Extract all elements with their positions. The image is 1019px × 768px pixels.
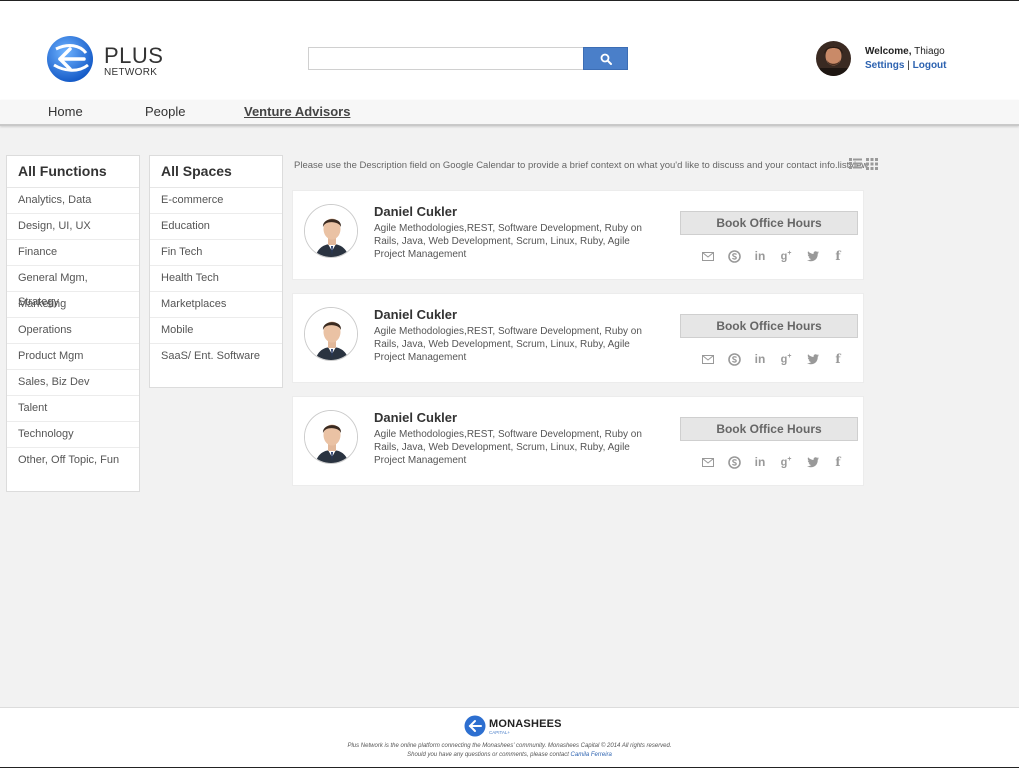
welcome-text: Welcome, Thiago <box>865 46 945 57</box>
linkedin-icon[interactable]: in <box>753 352 767 366</box>
plus-network-logo[interactable] <box>46 35 94 83</box>
advisor-avatar[interactable] <box>304 204 358 258</box>
book-office-hours-button[interactable]: Book Office Hours <box>680 417 858 441</box>
function-item[interactable]: Other, Off Topic, Fun <box>7 448 139 474</box>
nav-item-home[interactable]: Home <box>48 104 83 119</box>
spaces-filter-panel: All Spaces E-commerce Education Fin Tech… <box>149 155 283 388</box>
space-item[interactable]: SaaS/ Ent. Software <box>150 344 282 370</box>
google-plus-icon[interactable]: g+ <box>779 352 793 366</box>
linkedin-icon[interactable]: in <box>753 455 767 469</box>
advisor-photo-icon <box>305 205 357 257</box>
welcome-prefix: Welcome, <box>865 46 912 57</box>
twitter-icon[interactable] <box>805 352 819 366</box>
book-office-hours-button[interactable]: Book Office Hours <box>680 211 858 235</box>
view-toggle <box>849 158 878 170</box>
advisor-name[interactable]: Daniel Cukler <box>374 307 457 322</box>
linkedin-icon[interactable]: in <box>753 249 767 263</box>
advisor-card: Daniel Cukler Agile Methodologies,REST, S… <box>292 190 864 280</box>
advisor-avatar[interactable] <box>304 410 358 464</box>
advisor-card: Daniel Cukler Agile Methodologies,REST, S… <box>292 293 864 383</box>
instructions-text: Please use the Description field on Goog… <box>294 160 869 171</box>
nav-item-venture-advisors[interactable]: Venture Advisors <box>244 104 350 119</box>
main-nav: Home People Venture Advisors <box>0 100 1019 126</box>
advisor-photo-icon <box>305 308 357 360</box>
advisor-skills: Agile Methodologies,REST, Software Devel… <box>374 223 642 260</box>
logo-wordmark: PLUS NETWORK <box>104 45 163 79</box>
footer-brand: MONASHEES <box>489 718 562 730</box>
space-item[interactable]: Mobile <box>150 318 282 344</box>
user-name: Thiago <box>914 46 945 57</box>
search-input[interactable] <box>308 47 584 70</box>
footer-contact-text: Should you have any questions or comment… <box>407 752 569 758</box>
function-item[interactable]: Analytics, Data <box>7 188 139 214</box>
google-plus-icon[interactable]: g+ <box>779 249 793 263</box>
function-item[interactable]: Technology <box>7 422 139 448</box>
settings-link[interactable]: Settings <box>865 60 904 71</box>
footer-brand-sub: CAPITAL+ <box>489 730 511 735</box>
space-item[interactable]: Education <box>150 214 282 240</box>
search-button[interactable] <box>583 47 628 70</box>
social-links: in g+ f <box>701 352 845 366</box>
space-item[interactable]: Marketplaces <box>150 292 282 318</box>
skype-icon[interactable] <box>727 352 741 366</box>
function-item[interactable]: Talent <box>7 396 139 422</box>
footer-contact: Should you have any questions or comment… <box>0 752 1019 758</box>
footer-copyright: Plus Network is the online platform conn… <box>347 743 672 749</box>
google-plus-icon[interactable]: g+ <box>779 455 793 469</box>
functions-title: All Functions <box>7 156 139 188</box>
advisor-name[interactable]: Daniel Cukler <box>374 410 457 425</box>
skype-icon[interactable] <box>727 455 741 469</box>
functions-filter-panel: All Functions Analytics, Data Design, UI… <box>6 155 140 492</box>
footer: MONASHEES CAPITAL+ Plus Network is the o… <box>0 707 1019 768</box>
twitter-icon[interactable] <box>805 249 819 263</box>
twitter-icon[interactable] <box>805 455 819 469</box>
grid-view-icon[interactable] <box>866 158 878 170</box>
book-office-hours-button[interactable]: Book Office Hours <box>680 314 858 338</box>
advisor-avatar[interactable] <box>304 307 358 361</box>
function-item[interactable]: Design, UI, UX <box>7 214 139 240</box>
advisor-card: Daniel Cukler Agile Methodologies,REST, S… <box>292 396 864 486</box>
user-photo-icon <box>816 41 851 76</box>
logout-link[interactable]: Logout <box>913 60 947 71</box>
footer-contact-link[interactable]: Camila Ferreira <box>571 752 612 758</box>
skype-icon[interactable] <box>727 249 741 263</box>
facebook-icon[interactable]: f <box>831 249 845 263</box>
space-item[interactable]: Health Tech <box>150 266 282 292</box>
advisor-photo-icon <box>305 411 357 463</box>
space-item[interactable]: E-commerce <box>150 188 282 214</box>
mail-icon[interactable] <box>701 352 715 366</box>
nav-item-people[interactable]: People <box>145 104 185 119</box>
social-links: in g+ f <box>701 249 845 263</box>
advisor-name[interactable]: Daniel Cukler <box>374 204 457 219</box>
list-view-icon[interactable] <box>849 158 862 169</box>
advisor-skills: Agile Methodologies,REST, Software Devel… <box>374 326 642 363</box>
function-item[interactable]: Product Mgm <box>7 344 139 370</box>
monashees-logo-icon <box>464 715 486 737</box>
function-item[interactable]: Sales, Biz Dev <box>7 370 139 396</box>
spaces-title: All Spaces <box>150 156 282 188</box>
advisor-skills: Agile Methodologies,REST, Software Devel… <box>374 429 642 466</box>
link-separator: | <box>907 60 910 71</box>
social-links: in g+ f <box>701 455 845 469</box>
search-icon <box>600 53 612 65</box>
function-item[interactable]: Operations <box>7 318 139 344</box>
space-item[interactable]: Fin Tech <box>150 240 282 266</box>
logo-title: PLUS <box>104 43 164 68</box>
facebook-icon[interactable]: f <box>831 352 845 366</box>
function-item[interactable]: General Mgm, Strategy <box>7 266 139 308</box>
mail-icon[interactable] <box>701 455 715 469</box>
avatar[interactable] <box>816 41 851 76</box>
top-header: PLUS NETWORK Welcome, Thiago Settings | … <box>0 0 1019 100</box>
search-bar <box>308 47 628 70</box>
mail-icon[interactable] <box>701 249 715 263</box>
function-item[interactable]: Finance <box>7 240 139 266</box>
user-links: Settings | Logout <box>865 60 947 71</box>
function-item[interactable]: Marketing <box>7 292 139 318</box>
facebook-icon[interactable]: f <box>831 455 845 469</box>
logo-subtitle: NETWORK <box>104 67 158 78</box>
